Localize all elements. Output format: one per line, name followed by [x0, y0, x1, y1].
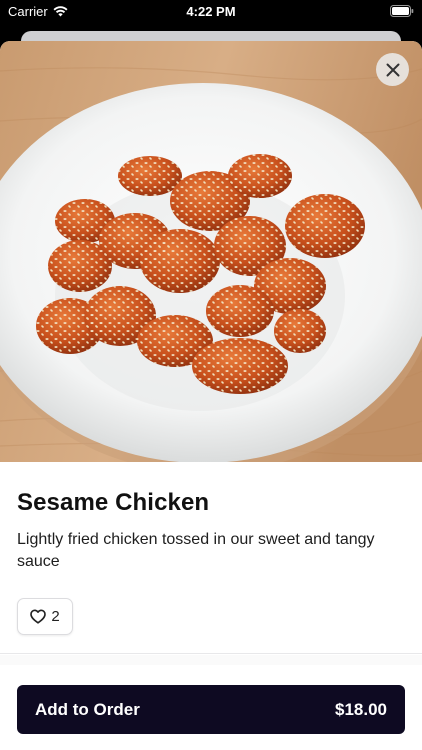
dish-photo [0, 41, 422, 462]
battery-icon [390, 5, 414, 17]
add-to-order-label: Add to Order [35, 699, 140, 719]
status-bar: Carrier 4:22 PM [0, 0, 422, 24]
divider-band [0, 655, 422, 665]
item-price: $18.00 [335, 699, 387, 719]
like-count: 2 [51, 608, 60, 625]
item-detail-sheet: Sesame Chicken Lightly fried chicken tos… [0, 41, 422, 750]
heart-icon [30, 609, 47, 624]
item-description: Lightly fried chicken tossed in our swee… [17, 531, 375, 570]
item-info: Sesame Chicken Lightly fried chicken tos… [0, 462, 422, 635]
dish-image [0, 41, 422, 462]
clock: 4:22 PM [186, 4, 236, 19]
add-to-order-button[interactable]: Add to Order $18.00 [17, 685, 405, 734]
close-button[interactable] [376, 53, 409, 86]
close-icon [386, 63, 399, 76]
like-button[interactable]: 2 [17, 598, 73, 635]
item-title: Sesame Chicken [17, 489, 210, 516]
divider [0, 653, 422, 654]
